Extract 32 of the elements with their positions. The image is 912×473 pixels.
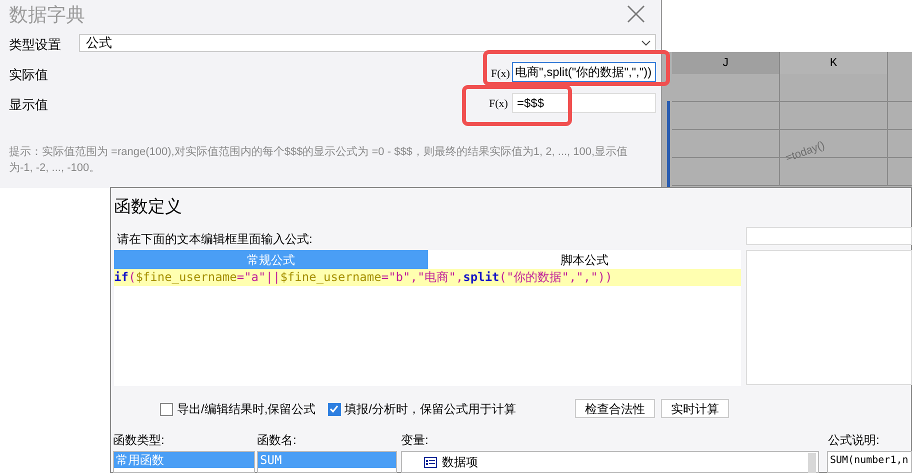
list-icon: [424, 456, 437, 468]
chevron-down-icon: [641, 40, 651, 46]
close-icon[interactable]: [627, 5, 645, 23]
field-label: 类型设置: [9, 36, 61, 54]
formula-editor[interactable]: if($fine_username="a"||$fine_username="b","电商",split("你的数据",",")): [114, 269, 741, 386]
scrollbar[interactable]: [808, 453, 816, 473]
dialog-title: 函数定义: [114, 196, 182, 218]
field-label: 实际值: [9, 66, 48, 84]
panel-label: 函数名:: [257, 432, 296, 449]
search-field[interactable]: [746, 227, 912, 245]
display-value-field[interactable]: =$$$: [512, 93, 656, 113]
dialog-title: 数据字典: [9, 4, 85, 28]
checkbox-label: 填报/分析时，保留公式用于计算: [344, 401, 516, 418]
column-header[interactable]: J: [672, 52, 780, 74]
action-button[interactable]: 实时计算: [661, 399, 729, 418]
panel-label: 函数类型:: [113, 432, 164, 449]
checkbox-label: 导出/编辑结果时,保留公式: [177, 401, 316, 418]
fx-label: F(x): [489, 97, 508, 112]
type-dropdown[interactable]: 公式: [79, 34, 656, 52]
variable-item[interactable]: 数据项: [442, 453, 478, 471]
panel-label: 变量:: [401, 432, 428, 449]
action-button[interactable]: 检查合法性: [575, 399, 655, 418]
fx-label: F(x): [491, 67, 510, 82]
dropdown-value: 公式: [86, 34, 112, 52]
hint-text: 提示：实际值范围为 =range(100),对实际值范围内的每个$$$的显示公式为 =0 - $$$，则最终的结果实际值为1, 2, ..., 100,显示值为-1, -2, ..., -100。: [9, 144, 629, 176]
description-panel: SUM(number1,n: [827, 451, 912, 473]
panel-label: 公式说明:: [828, 432, 880, 449]
field-label: 显示值: [9, 96, 48, 114]
column-header[interactable]: K: [780, 52, 888, 74]
checkbox[interactable]: [160, 402, 173, 416]
actual-value-field[interactable]: 电商",split("你的数据",",")): [512, 62, 656, 82]
prompt-text: 请在下面的文本编辑框里面输入公式:: [117, 231, 312, 248]
